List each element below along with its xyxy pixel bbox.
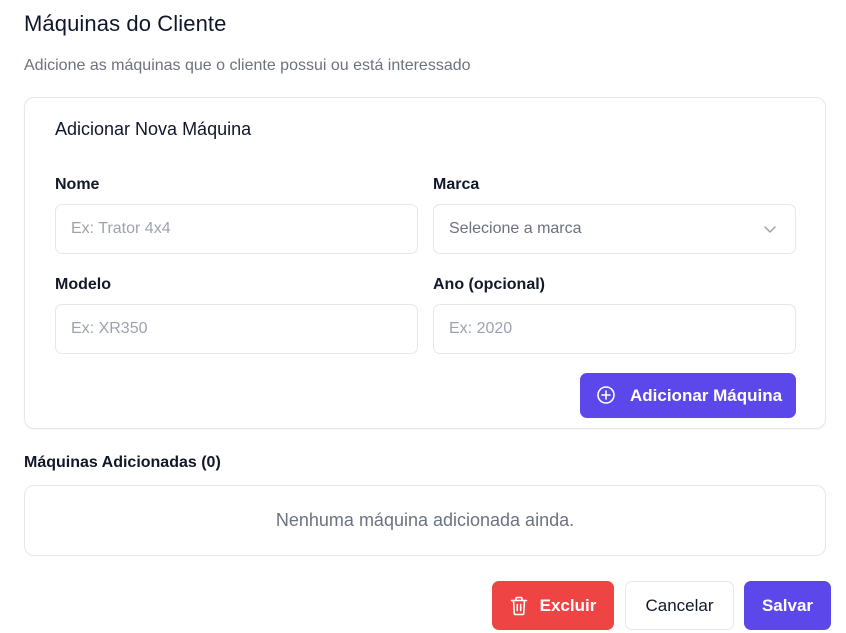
added-machines-title: Máquinas Adicionadas (0) <box>24 454 221 471</box>
save-button-label: Salvar <box>761 595 814 615</box>
page-title: Máquinas do Cliente <box>24 11 227 36</box>
marca-select[interactable]: Selecione a marca <box>433 204 796 254</box>
page-subtitle: Adicione as máquinas que o cliente possu… <box>24 57 471 74</box>
nome-label: Nome <box>55 176 100 193</box>
add-machine-button[interactable]: Adicionar Máquina <box>580 373 796 418</box>
modelo-label: Modelo <box>55 276 111 293</box>
empty-machines-list: Nenhuma máquina adicionada ainda. <box>24 485 826 556</box>
delete-button[interactable]: Excluir <box>492 581 614 630</box>
plus-circle-icon <box>597 386 615 404</box>
add-machine-button-label: Adicionar Máquina <box>630 386 783 405</box>
save-button[interactable]: Salvar <box>744 581 831 630</box>
marca-label: Marca <box>433 176 480 193</box>
marca-selected-value: Selecione a marca <box>449 220 582 237</box>
nome-input[interactable] <box>55 204 418 254</box>
cancel-button[interactable]: Cancelar <box>625 581 734 630</box>
chevron-down-icon <box>764 226 776 233</box>
cancel-button-label: Cancelar <box>645 595 714 615</box>
ano-input[interactable] <box>433 304 796 354</box>
modelo-input[interactable] <box>55 304 418 354</box>
trash-icon <box>510 596 527 615</box>
ano-label: Ano (opcional) <box>433 276 545 293</box>
empty-state-text: Nenhuma máquina adicionada ainda. <box>275 510 575 530</box>
add-machine-card: Adicionar Nova Máquina Nome Marca Seleci… <box>24 97 826 429</box>
delete-button-label: Excluir <box>539 595 597 615</box>
card-title: Adicionar Nova Máquina <box>55 119 252 139</box>
